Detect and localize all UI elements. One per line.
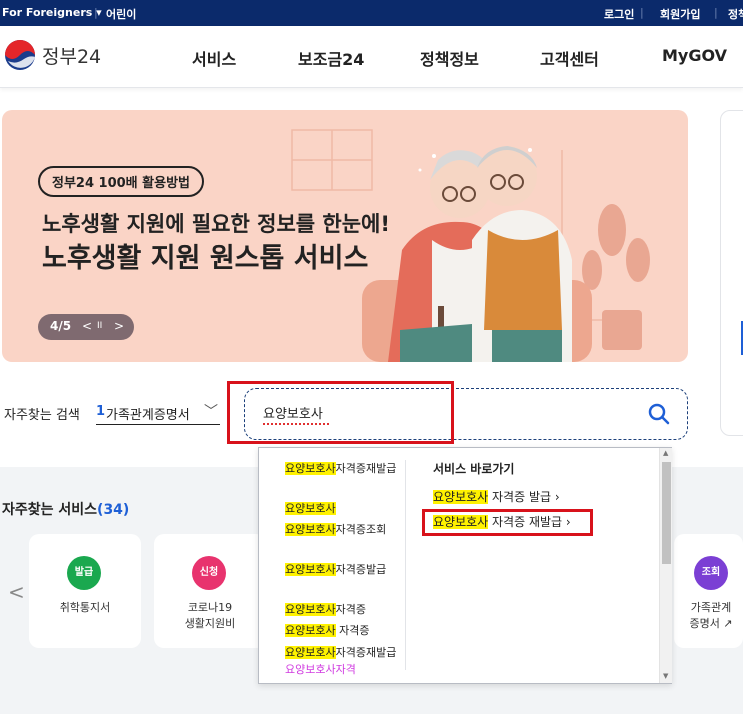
- government-logo-icon[interactable]: [4, 39, 36, 71]
- banner-title: 노후생활 지원 원스톱 서비스: [42, 243, 369, 274]
- scrollbar-thumb[interactable]: [662, 462, 671, 564]
- chevron-down-icon[interactable]: ﹀: [204, 401, 218, 421]
- shortcut-link-issue[interactable]: 요양보호사 자격증 발급 ›: [433, 488, 560, 505]
- search-icon[interactable]: [647, 402, 671, 426]
- nav-policy-info[interactable]: 정책정보: [420, 46, 479, 70]
- suggestion-match: 요양보호사: [285, 563, 336, 576]
- suggestion-match: 요양보호사: [285, 603, 336, 616]
- suggestion-match-secondary: 요양보호사자격: [285, 663, 356, 676]
- shortcut-title: 서비스 바로가기: [433, 462, 515, 476]
- suggestion-item[interactable]: 요양보호사: [285, 500, 399, 517]
- carousel-prev-button[interactable]: <: [8, 580, 25, 604]
- utility-bar: For Foreigners ▾ | 어린이 로그인 | 회원가입 | 정책: [0, 0, 743, 26]
- shortcut-rest: 자격증 발급 ›: [488, 490, 560, 504]
- suggestion-rest: 자격증: [335, 624, 370, 637]
- scroll-down-icon[interactable]: ▼: [663, 672, 668, 680]
- banner-tag: 정부24 100배 활용방법: [38, 166, 204, 197]
- suggestion-list: 요양보호사자격증재발급 요양보호사 요양보호사자격증조회 요양보호사자격증발급 …: [259, 448, 399, 685]
- services-title: 자주찾는 서비스(34): [2, 499, 129, 519]
- frequent-search-underline: [96, 424, 220, 425]
- logo-text[interactable]: 정부24: [42, 42, 101, 69]
- annotation-highlight-box: [422, 509, 593, 536]
- dropdown-scrollbar[interactable]: ▲ ▼: [659, 448, 672, 683]
- suggestion-item[interactable]: 요양보호사자격증재발급: [285, 460, 399, 477]
- suggestion-rest: 자격증재발급: [335, 646, 397, 659]
- banner-pager: 4/5 < II >: [38, 314, 134, 340]
- suggestion-match: 요양보호사: [285, 646, 336, 659]
- for-foreigners-link[interactable]: For Foreigners ▾: [2, 6, 102, 19]
- nav-mygov[interactable]: MyGOV: [662, 46, 727, 65]
- kids-link[interactable]: 어린이: [106, 6, 136, 22]
- service-card[interactable]: 신청 코로나19 생활지원비: [154, 534, 266, 648]
- scroll-up-icon[interactable]: ▲: [663, 449, 668, 457]
- services-count: (34): [97, 502, 130, 518]
- frequent-search-item[interactable]: 가족관계증명서: [106, 404, 190, 423]
- suggestion-rest: 자격증조회: [335, 523, 387, 536]
- services-title-text: 자주찾는 서비스: [2, 502, 98, 518]
- service-card[interactable]: 발급 취학통지서: [29, 534, 141, 648]
- service-name: 코로나19 생활지원비: [184, 601, 236, 630]
- suggestion-rest: 자격증: [335, 603, 366, 616]
- service-badge: 발급: [67, 556, 101, 590]
- service-name: 가족관계 증명서 ↗: [689, 601, 733, 630]
- shortcut-match: 요양보호사: [433, 490, 489, 504]
- main-header: 정부24 서비스 보조금24 정책정보 고객센터 MyGOV: [0, 26, 743, 88]
- pager-next-button[interactable]: >: [114, 319, 124, 333]
- divider: |: [714, 6, 718, 19]
- suggestion-match: 요양보호사: [285, 624, 336, 637]
- suggestion-match: 요양보호사: [285, 502, 336, 515]
- suggestion-item[interactable]: 요양보호사 자격증: [285, 622, 399, 639]
- suggestion-match: 요양보호사: [285, 523, 336, 536]
- signup-link[interactable]: 회원가입: [660, 6, 700, 22]
- pager-count: 4/5: [50, 319, 72, 333]
- policy-link-cut[interactable]: 정책: [728, 6, 743, 22]
- service-card[interactable]: 조회 가족관계 증명서 ↗: [674, 534, 743, 648]
- suggestion-rest: 자격증재발급: [335, 462, 397, 475]
- suggestion-item[interactable]: 요양보호사자격증: [285, 601, 399, 618]
- login-link[interactable]: 로그인: [604, 6, 634, 22]
- divider: |: [94, 6, 98, 19]
- suggestion-rest: 자격증발급: [335, 563, 387, 576]
- service-badge: 조회: [694, 556, 728, 590]
- suggestion-match: 요양보호사: [285, 462, 336, 475]
- pager-pause-button[interactable]: II: [97, 321, 102, 331]
- dropdown-divider: [405, 460, 406, 670]
- frequent-search-rank: 1: [96, 404, 106, 419]
- service-name: 취학통지서: [59, 601, 111, 614]
- frequent-search-label: 자주찾는 검색: [4, 408, 80, 423]
- pager-prev-button[interactable]: <: [82, 319, 92, 333]
- hero-banner[interactable]: 정부24 100배 활용방법 노후생활 지원에 필요한 정보를 한눈에! 노후생…: [2, 110, 688, 362]
- service-badge: 신청: [192, 556, 226, 590]
- side-card[interactable]: [720, 110, 743, 436]
- banner-subtitle: 노후생활 지원에 필요한 정보를 한눈에!: [42, 212, 390, 236]
- suggestion-item[interactable]: 요양보호사자격증발급: [285, 561, 399, 578]
- suggestion-item[interactable]: 요양보호사자격증재발급 요양보호사자격: [285, 644, 399, 678]
- autocomplete-dropdown: 요양보호사자격증재발급 요양보호사 요양보호사자격증조회 요양보호사자격증발급 …: [258, 447, 672, 684]
- divider: |: [640, 6, 644, 19]
- nav-subsidy24[interactable]: 보조금24: [298, 46, 364, 70]
- nav-customer-center[interactable]: 고객센터: [540, 46, 599, 70]
- nav-services[interactable]: 서비스: [192, 46, 236, 70]
- suggestion-item[interactable]: 요양보호사자격증조회: [285, 521, 399, 538]
- annotation-highlight-box: [227, 381, 454, 444]
